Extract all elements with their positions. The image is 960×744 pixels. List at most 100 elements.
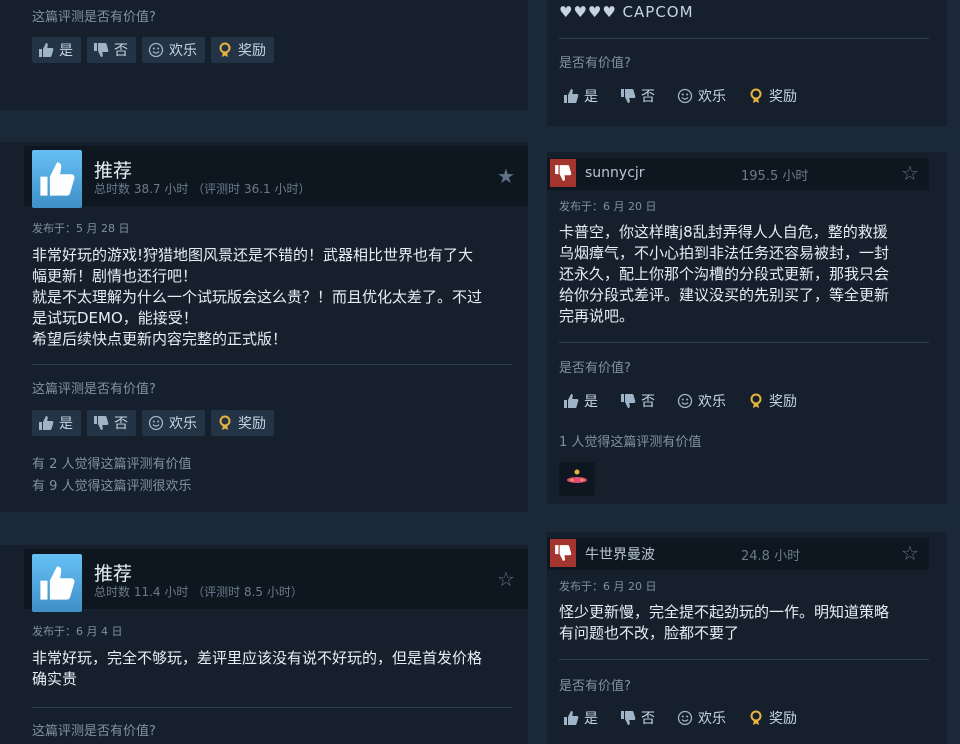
vote-no-button[interactable]: 否 — [616, 705, 667, 731]
award-button[interactable]: 奖励 — [744, 388, 809, 414]
review-card-left-2: 推荐 总时数 11.4 小时 （评测时 8.5 小时） ☆ 发布于：6 月 4 … — [0, 545, 528, 744]
vote-buttons: 是 否 欢乐 奖励 — [559, 705, 809, 731]
review-card-left-0: 这篇评测是否有价值? 是 否 欢乐 奖励 — [0, 0, 528, 110]
smiley-icon — [148, 42, 164, 58]
award-label: 奖励 — [238, 43, 266, 59]
reviewer-name[interactable]: 牛世界曼波 — [585, 544, 655, 564]
vote-no-button[interactable]: 否 — [616, 83, 667, 109]
vote-funny-label: 欢乐 — [698, 394, 726, 410]
review-card-right-2: 牛世界曼波 24.8 小时 ☆ 发布于：6 月 20 日 怪少更新慢，完全提不起… — [547, 532, 947, 744]
vote-funny-button[interactable]: 欢乐 — [142, 37, 205, 63]
thumbs-down-icon — [93, 415, 109, 431]
vote-no-label: 否 — [641, 394, 655, 410]
vote-yes-button[interactable]: 是 — [559, 83, 610, 109]
vote-funny-button[interactable]: 欢乐 — [142, 410, 205, 436]
star-outline-icon[interactable]: ☆ — [901, 541, 919, 565]
divider — [32, 364, 512, 365]
vote-yes-label: 是 — [584, 711, 598, 727]
thumbs-up-icon — [38, 415, 54, 431]
vote-funny-button[interactable]: 欢乐 — [673, 388, 738, 414]
award-icon — [748, 393, 764, 409]
vote-no-button[interactable]: 否 — [87, 410, 136, 436]
review-line: 非常好玩，完全不够玩，差评里应该没有说不好玩的，但是首发价格 — [32, 649, 483, 667]
star-icon[interactable]: ★ — [497, 164, 515, 188]
vote-no-label: 否 — [641, 89, 655, 105]
award-icon — [748, 88, 764, 104]
review-line: 卡普空，你这样瞎j8乱封弄得人人自危，整的救援 — [559, 223, 888, 241]
recommended-thumb-icon — [32, 150, 82, 208]
helpful-question: 这篇评测是否有价值? — [32, 382, 156, 397]
vote-yes-button[interactable]: 是 — [559, 705, 610, 731]
helpful-question: 这篇评测是否有价值? — [32, 10, 156, 25]
thumbs-down-icon — [620, 393, 636, 409]
posted-date: 发布于：6 月 4 日 — [32, 625, 123, 638]
vote-yes-button[interactable]: 是 — [32, 37, 81, 63]
vote-yes-label: 是 — [59, 416, 73, 432]
vote-no-button[interactable]: 否 — [87, 37, 136, 63]
award-icon — [217, 415, 233, 431]
award-button[interactable]: 奖励 — [744, 83, 809, 109]
review-hours: 总时数 38.7 小时 （评测时 36.1 小时） — [94, 182, 311, 196]
thumbs-up-icon — [563, 710, 579, 726]
vote-yes-button[interactable]: 是 — [32, 410, 81, 436]
helpful-question: 是否有价值? — [559, 679, 631, 694]
vote-summary: 1 人觉得这篇评测有价值 — [559, 435, 702, 450]
award-button[interactable]: 奖励 — [211, 410, 274, 436]
thumbs-down-icon — [93, 42, 109, 58]
thumbs-down-icon — [620, 710, 636, 726]
review-line: 完再说吧。 — [559, 307, 635, 325]
award-button[interactable]: 奖励 — [211, 37, 274, 63]
reviewer-name[interactable]: sunnycjr — [585, 165, 645, 181]
vote-funny-label: 欢乐 — [698, 89, 726, 105]
vote-yes-label: 是 — [59, 43, 73, 59]
review-line: 有问题也不改，脸都不要了 — [559, 624, 740, 642]
review-title: 推荐 — [94, 563, 133, 585]
vote-yes-button[interactable]: 是 — [559, 388, 610, 414]
smiley-icon — [677, 88, 693, 104]
review-text: 非常好玩，完全不够玩，差评里应该没有说不好玩的，但是首发价格 确实贵 — [32, 648, 522, 690]
received-award-badge[interactable] — [559, 462, 595, 496]
review-text: 卡普空，你这样瞎j8乱封弄得人人自危，整的救援 乌烟瘴气，不小心拍到非法任务还容… — [559, 222, 939, 327]
vote-yes-label: 是 — [584, 89, 598, 105]
vote-summary: 有 2 人觉得这篇评测有价值 有 9 人觉得这篇评测很欢乐 — [32, 454, 192, 498]
vote-summary-line: 有 9 人觉得这篇评测很欢乐 — [32, 479, 192, 494]
thumbs-up-icon — [563, 393, 579, 409]
review-title: 推荐 — [94, 160, 133, 182]
vote-yes-label: 是 — [584, 394, 598, 410]
award-label: 奖励 — [769, 711, 797, 727]
smiley-icon — [677, 710, 693, 726]
review-text: 非常好玩的游戏!狩猎地图风景还是不错的！武器相比世界也有了大 幅更新！剧情也还行… — [32, 245, 522, 350]
award-button[interactable]: 奖励 — [744, 705, 809, 731]
review-card-left-1: 推荐 总时数 38.7 小时 （评测时 36.1 小时） ★ 发布于：5 月 2… — [0, 142, 528, 512]
vote-buttons: 是 否 欢乐 奖励 — [559, 388, 809, 414]
vote-no-label: 否 — [114, 43, 128, 59]
vote-no-button[interactable]: 否 — [616, 388, 667, 414]
vote-funny-label: 欢乐 — [169, 416, 197, 432]
review-text: 怪少更新慢，完全提不起劲玩的一作。明知道策略 有问题也不改，脸都不要了 — [559, 602, 939, 644]
smiley-icon — [148, 415, 164, 431]
vote-buttons: 是 否 欢乐 奖励 — [32, 410, 274, 436]
review-hours: 195.5 小时 — [741, 169, 809, 184]
vote-buttons: 是 否 欢乐 奖励 — [559, 83, 809, 109]
vote-summary-line: 有 2 人觉得这篇评测有价值 — [32, 457, 192, 472]
divider — [559, 659, 929, 660]
review-line: 确实贵 — [32, 670, 78, 688]
vote-no-label: 否 — [641, 711, 655, 727]
thumbs-up-icon — [563, 88, 579, 104]
star-outline-icon[interactable]: ☆ — [497, 567, 515, 591]
review-hours: 总时数 11.4 小时 （评测时 8.5 小时） — [94, 585, 303, 599]
star-outline-icon[interactable]: ☆ — [901, 161, 919, 185]
smiley-icon — [677, 393, 693, 409]
vote-funny-button[interactable]: 欢乐 — [673, 705, 738, 731]
award-label: 奖励 — [769, 89, 797, 105]
thumbs-down-icon — [620, 88, 636, 104]
review-line: 非常好玩的游戏!狩猎地图风景还是不错的！武器相比世界也有了大 — [32, 246, 474, 264]
developer-name: ♥♥♥♥ CAPCOM — [559, 3, 694, 21]
party-award-icon — [564, 468, 590, 490]
vote-funny-button[interactable]: 欢乐 — [673, 83, 738, 109]
not-recommended-thumb-icon — [550, 159, 576, 187]
review-line: 就是不太理解为什么一个试玩版会这么贵？！而且优化太差了。不过 — [32, 288, 483, 306]
review-line: 乌烟瘴气，不小心拍到非法任务还容易被封，一封 — [559, 244, 890, 262]
helpful-question: 这篇评测是否有价值? — [32, 724, 156, 739]
award-icon — [748, 710, 764, 726]
